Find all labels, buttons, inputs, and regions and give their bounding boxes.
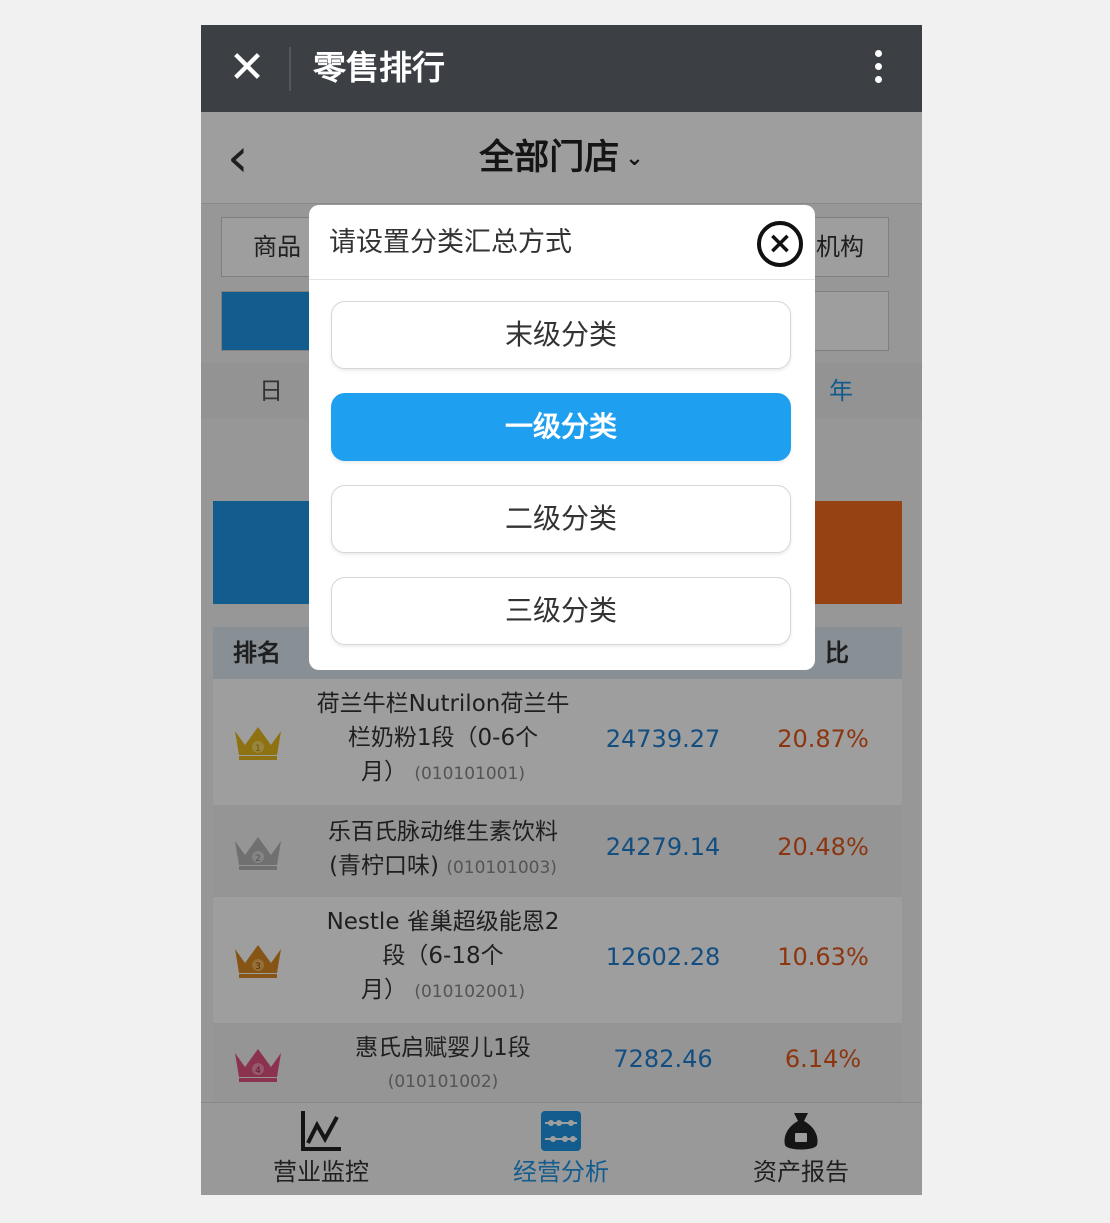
- close-icon[interactable]: ×: [757, 221, 803, 267]
- option-level-1[interactable]: 一级分类: [331, 393, 791, 461]
- more-options-icon[interactable]: [864, 47, 892, 91]
- category-summary-dialog: 请设置分类汇总方式 × 末级分类 一级分类 二级分类 三级分类: [309, 205, 815, 670]
- dialog-divider: [309, 279, 815, 280]
- option-level-3[interactable]: 三级分类: [331, 577, 791, 645]
- option-last-level[interactable]: 末级分类: [331, 301, 791, 369]
- app-bar-divider: [289, 47, 291, 91]
- option-level-2[interactable]: 二级分类: [331, 485, 791, 553]
- phone-screen: ✕ 零售排行 ‹ 全部门店 ⌄ 商品 机构 日 年 排名 比 1 荷兰牛栏Nut…: [201, 25, 922, 1195]
- dialog-title: 请设置分类汇总方式: [329, 227, 572, 258]
- app-bar: ✕ 零售排行: [201, 25, 922, 112]
- close-icon[interactable]: ✕: [227, 43, 267, 93]
- app-title: 零售排行: [313, 48, 445, 87]
